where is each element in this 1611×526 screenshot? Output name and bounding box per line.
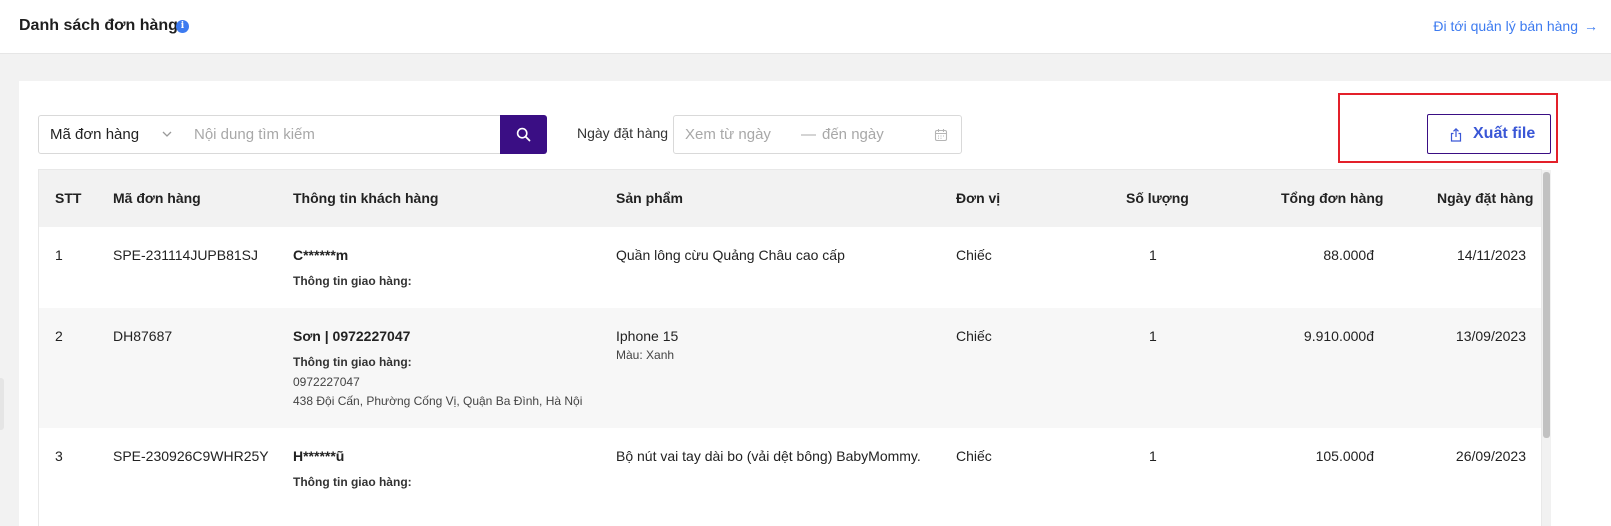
column-header-date[interactable]: Ngày đặt hàng: [1437, 190, 1533, 206]
search-field-select-value: Mã đơn hàng: [50, 126, 140, 143]
table-scrollbar-thumb[interactable]: [1543, 172, 1550, 438]
row-order-id[interactable]: SPE-231114JUPB81SJ: [113, 247, 258, 263]
row-date: 13/09/2023: [1455, 328, 1526, 344]
row-shipping-label: Thông tin giao hàng:: [293, 475, 412, 489]
row-product: Iphone 15: [616, 328, 679, 344]
row-unit: Chiếc: [956, 448, 992, 464]
search-input[interactable]: [183, 115, 501, 154]
row-total: 9.910.000đ: [1303, 328, 1374, 344]
column-header-customer[interactable]: Thông tin khách hàng: [293, 190, 438, 206]
row-product-variant: Màu: Xanh: [616, 348, 675, 362]
row-total: 105.000đ: [1315, 448, 1374, 464]
row-shipping-label: Thông tin giao hàng:: [293, 274, 412, 288]
goto-link-label: Đi tới quản lý bán hàng: [1433, 18, 1578, 34]
column-header-product[interactable]: Sản phẩm: [616, 190, 683, 206]
row-shipping-address: 438 Đội Cấn, Phường Cống Vị, Quận Ba Đìn…: [293, 394, 583, 408]
column-header-stt[interactable]: STT: [55, 190, 81, 206]
info-icon[interactable]: i: [176, 20, 189, 33]
row-date: 14/11/2023: [1456, 247, 1526, 263]
upload-icon: [1450, 127, 1462, 142]
table-row[interactable]: 2 DH87687 Sơn | 0972227047 Thông tin gia…: [39, 308, 1541, 428]
row-quantity: 1: [1149, 328, 1157, 344]
goto-sales-management-link[interactable]: Đi tới quản lý bán hàng →: [1433, 18, 1598, 34]
row-date: 26/09/2023: [1455, 448, 1526, 464]
page-header: Danh sách đơn hàng i Đi tới quản lý bán …: [0, 0, 1611, 54]
search-field-select[interactable]: Mã đơn hàng: [38, 115, 184, 154]
side-handle[interactable]: [0, 378, 4, 430]
page-title: Danh sách đơn hàng: [19, 17, 178, 34]
row-shipping-label: Thông tin giao hàng:: [293, 355, 412, 369]
row-quantity: 1: [1149, 448, 1157, 464]
row-total: 88.000đ: [1323, 247, 1374, 263]
row-order-id[interactable]: DH87687: [113, 328, 172, 344]
table-row[interactable]: 1 SPE-231114JUPB81SJ C******m Thông tin …: [39, 227, 1541, 308]
row-stt: 2: [55, 328, 63, 344]
export-button-label: Xuất file: [1473, 125, 1536, 142]
column-header-unit[interactable]: Đơn vị: [956, 190, 1000, 206]
arrow-right-icon: →: [1584, 18, 1598, 34]
calendar-icon: [934, 129, 948, 142]
export-file-button[interactable]: Xuất file: [1427, 114, 1551, 154]
search-button[interactable]: [500, 115, 547, 154]
date-from-input[interactable]: Xem từ ngày: [685, 126, 771, 143]
orders-table: STT Mã đơn hàng Thông tin khách hàng Sản…: [38, 169, 1542, 526]
row-product: Bộ nút vai tay dài bo (vải dệt bông) Bab…: [616, 448, 921, 464]
chevron-down-icon: [162, 131, 172, 137]
row-customer-name: H******ũ: [293, 448, 345, 464]
date-range-picker[interactable]: Xem từ ngày — đến ngày: [673, 115, 962, 154]
table-header: STT Mã đơn hàng Thông tin khách hàng Sản…: [39, 170, 1541, 227]
row-customer-name: Sơn | 0972227047: [293, 328, 411, 344]
row-shipping-phone: 0972227047: [293, 375, 360, 389]
search-icon: [516, 127, 531, 142]
row-product: Quần lông cừu Quảng Châu cao cấp: [616, 247, 845, 263]
column-header-total[interactable]: Tổng đơn hàng: [1281, 190, 1383, 206]
date-separator: —: [801, 126, 816, 143]
row-quantity: 1: [1149, 247, 1157, 263]
table-row[interactable]: 3 SPE-230926C9WHR25Y H******ũ Thông tin …: [39, 428, 1541, 526]
row-order-id[interactable]: SPE-230926C9WHR25Y: [113, 448, 269, 464]
column-header-order-id[interactable]: Mã đơn hàng: [113, 190, 201, 206]
column-header-quantity[interactable]: Số lượng: [1126, 190, 1189, 206]
row-unit: Chiếc: [956, 247, 992, 263]
row-stt: 3: [55, 448, 63, 464]
row-stt: 1: [55, 247, 63, 263]
date-to-input[interactable]: đến ngày: [822, 126, 884, 143]
order-date-label: Ngày đặt hàng: [577, 125, 669, 141]
row-customer-name: C******m: [293, 247, 349, 263]
row-unit: Chiếc: [956, 328, 992, 344]
